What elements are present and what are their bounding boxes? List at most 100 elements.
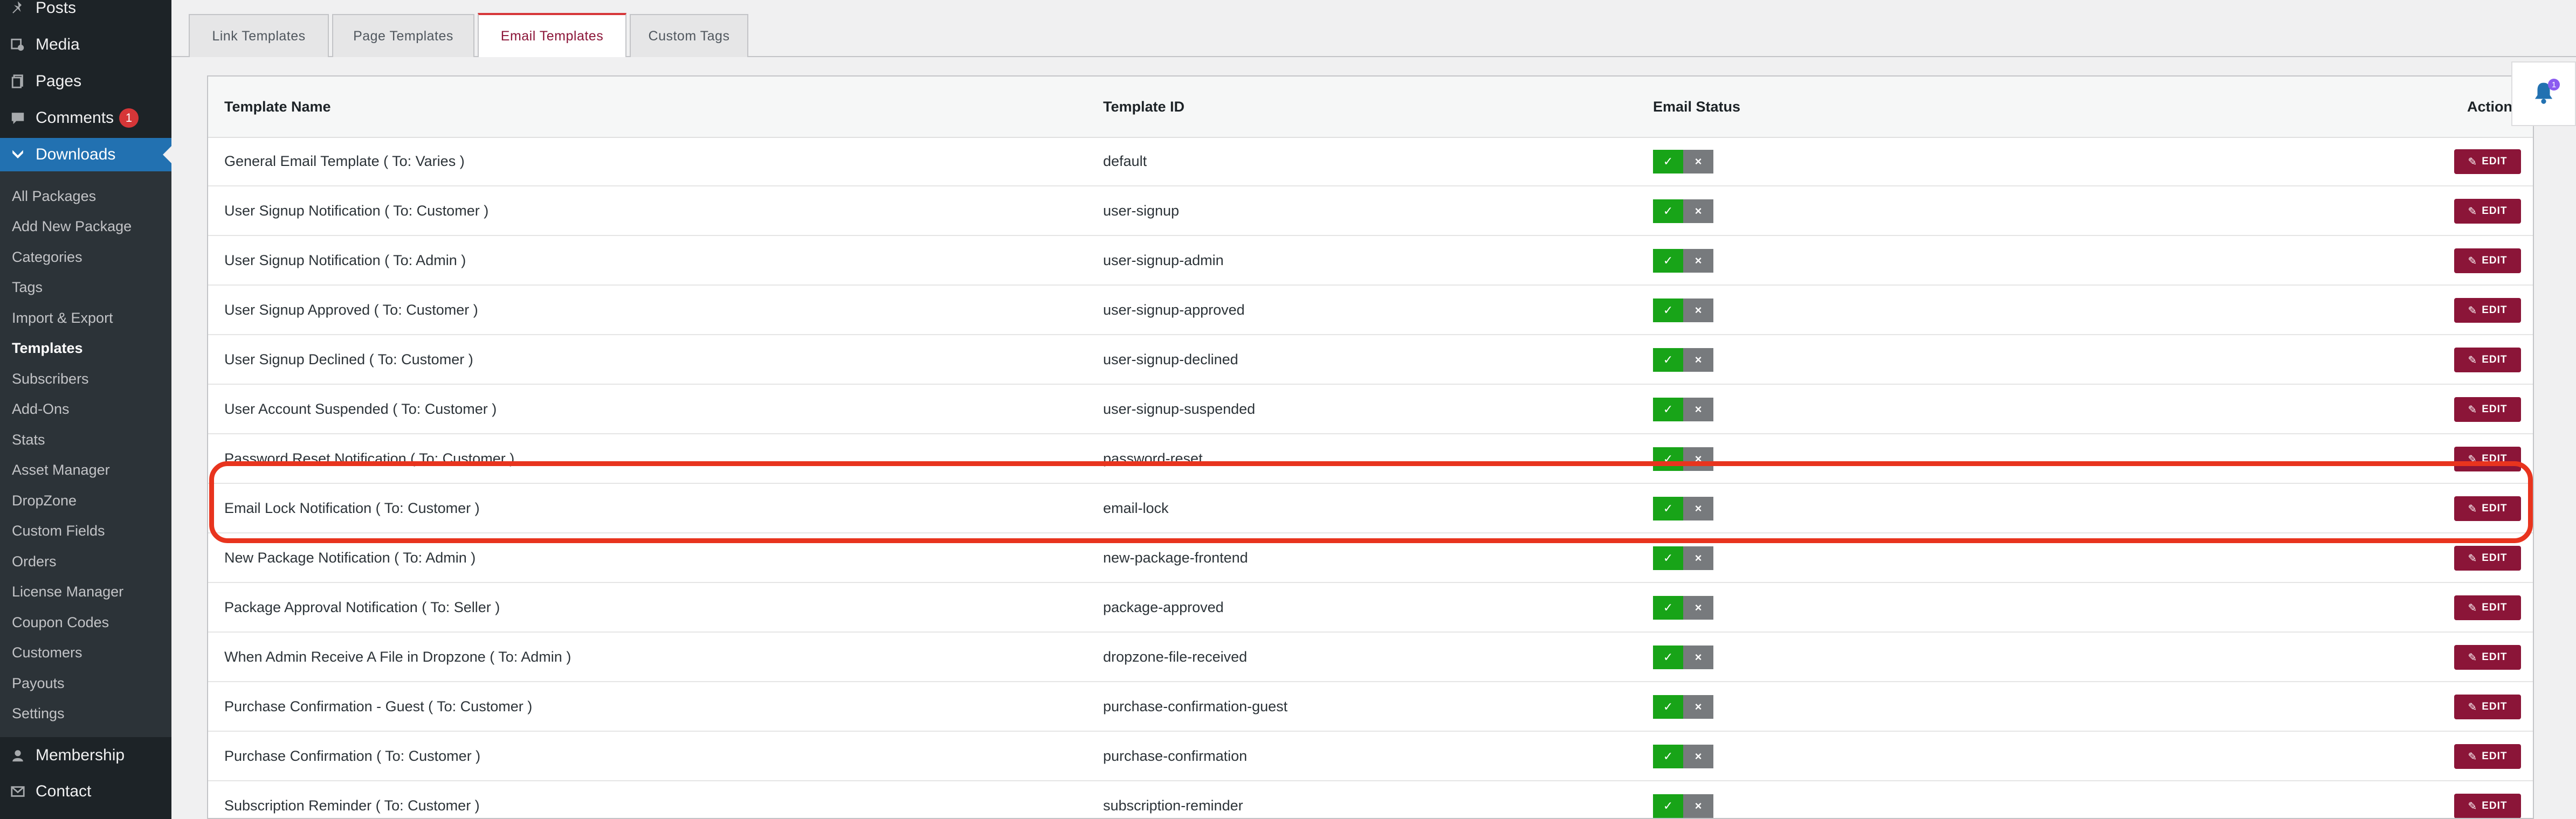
menu-item-downloads[interactable]: Downloads	[0, 138, 171, 171]
enable-status-button[interactable]: ✓	[1653, 199, 1683, 223]
table-row: General Email Template ( To: Varies ) def…	[208, 137, 2533, 186]
membership-icon	[9, 746, 27, 765]
edit-button[interactable]: ✎ EDIT	[2454, 298, 2521, 323]
submenu-import-export[interactable]: Import & Export	[12, 307, 113, 329]
edit-button[interactable]: ✎ EDIT	[2454, 496, 2521, 521]
menu-item-membership[interactable]: Membership	[0, 739, 171, 772]
submenu-templates[interactable]: Templates	[12, 337, 83, 359]
edit-button[interactable]: ✎ EDIT	[2454, 447, 2521, 471]
table-row: Purchase Confirmation ( To: Customer ) pu…	[208, 732, 2533, 781]
enable-status-button[interactable]: ✓	[1653, 398, 1683, 421]
edit-label: EDIT	[2482, 602, 2508, 613]
tab-email-templates[interactable]: Email Templates	[478, 13, 626, 57]
enable-status-button[interactable]: ✓	[1653, 150, 1683, 173]
template-name-cell: General Email Template ( To: Varies )	[224, 152, 465, 169]
edit-label: EDIT	[2482, 800, 2508, 811]
email-status-toggle: ✓ ×	[1653, 199, 1713, 223]
comment-icon	[9, 109, 27, 127]
edit-button[interactable]: ✎ EDIT	[2454, 546, 2521, 571]
submenu-asset-manager[interactable]: Asset Manager	[12, 459, 110, 481]
submenu-subscribers[interactable]: Subscribers	[12, 368, 89, 390]
submenu-dropzone[interactable]: DropZone	[12, 490, 77, 511]
edit-button[interactable]: ✎ EDIT	[2454, 248, 2521, 273]
email-status-toggle: ✓ ×	[1653, 596, 1713, 620]
submenu-custom-fields[interactable]: Custom Fields	[12, 520, 105, 542]
menu-item-media[interactable]: Media	[0, 28, 171, 61]
submenu-coupon-codes[interactable]: Coupon Codes	[12, 612, 109, 633]
disable-status-button[interactable]: ×	[1683, 398, 1713, 421]
edit-button[interactable]: ✎ EDIT	[2454, 199, 2521, 224]
menu-item-contact[interactable]: Contact	[0, 775, 171, 808]
disable-status-button[interactable]: ×	[1683, 794, 1713, 818]
submenu-categories[interactable]: Categories	[12, 246, 82, 268]
submenu-settings[interactable]: Settings	[12, 703, 65, 724]
template-name-cell: User Signup Notification ( To: Customer …	[224, 202, 489, 219]
enable-status-button[interactable]: ✓	[1653, 745, 1683, 768]
submenu-stats[interactable]: Stats	[12, 429, 45, 450]
menu-item-posts[interactable]: Posts	[0, 0, 171, 25]
enable-status-button[interactable]: ✓	[1653, 299, 1683, 322]
disable-status-button[interactable]: ×	[1683, 745, 1713, 768]
disable-status-button[interactable]: ×	[1683, 695, 1713, 719]
header-action: Action	[2467, 98, 2512, 115]
enable-status-button[interactable]: ✓	[1653, 447, 1683, 471]
tab-link-templates[interactable]: Link Templates	[189, 14, 329, 57]
edit-button[interactable]: ✎ EDIT	[2454, 149, 2521, 174]
edit-button[interactable]: ✎ EDIT	[2454, 595, 2521, 620]
pencil-icon: ✎	[2468, 354, 2478, 366]
menu-item-comments[interactable]: Comments 1	[0, 101, 171, 135]
menu-item-pages[interactable]: Pages	[0, 65, 171, 98]
edit-button[interactable]: ✎ EDIT	[2454, 397, 2521, 422]
edit-button[interactable]: ✎ EDIT	[2454, 744, 2521, 769]
disable-status-button[interactable]: ×	[1683, 546, 1713, 570]
email-status-toggle: ✓ ×	[1653, 150, 1713, 173]
email-status-toggle: ✓ ×	[1653, 546, 1713, 570]
template-id-cell: user-signup-declined	[1103, 351, 1238, 367]
disable-status-button[interactable]: ×	[1683, 249, 1713, 273]
template-name-cell: Subscription Reminder ( To: Customer )	[224, 797, 480, 814]
edit-button[interactable]: ✎ EDIT	[2454, 348, 2521, 372]
template-id-cell: user-signup-admin	[1103, 252, 1224, 268]
menu-label: Membership	[36, 746, 125, 764]
submenu-add-new-package[interactable]: Add New Package	[12, 216, 132, 237]
media-icon	[9, 36, 27, 54]
template-name-cell: Package Approval Notification ( To: Sell…	[224, 599, 500, 615]
table-header: Template Name Template ID Email Status A…	[208, 77, 2533, 138]
email-status-toggle: ✓ ×	[1653, 745, 1713, 768]
enable-status-button[interactable]: ✓	[1653, 348, 1683, 372]
enable-status-button[interactable]: ✓	[1653, 497, 1683, 520]
disable-status-button[interactable]: ×	[1683, 199, 1713, 223]
submenu-orders[interactable]: Orders	[12, 551, 57, 572]
submenu-license-manager[interactable]: License Manager	[12, 581, 123, 602]
edit-label: EDIT	[2482, 701, 2508, 712]
disable-status-button[interactable]: ×	[1683, 150, 1713, 173]
disable-status-button[interactable]: ×	[1683, 596, 1713, 620]
table-row: Email Lock Notification ( To: Customer )…	[208, 484, 2533, 533]
enable-status-button[interactable]: ✓	[1653, 646, 1683, 669]
enable-status-button[interactable]: ✓	[1653, 695, 1683, 719]
edit-button[interactable]: ✎ EDIT	[2454, 645, 2521, 670]
enable-status-button[interactable]: ✓	[1653, 546, 1683, 570]
submenu-tags[interactable]: Tags	[12, 276, 43, 298]
disable-status-button[interactable]: ×	[1683, 646, 1713, 669]
enable-status-button[interactable]: ✓	[1653, 249, 1683, 273]
enable-status-button[interactable]: ✓	[1653, 596, 1683, 620]
template-id-cell: package-approved	[1103, 599, 1224, 615]
submenu-all-packages[interactable]: All Packages	[12, 185, 96, 207]
tab-custom-tags[interactable]: Custom Tags	[630, 14, 748, 57]
disable-status-button[interactable]: ×	[1683, 447, 1713, 471]
email-status-toggle: ✓ ×	[1653, 794, 1713, 818]
template-name-cell: User Signup Notification ( To: Admin )	[224, 252, 466, 268]
disable-status-button[interactable]: ×	[1683, 497, 1713, 520]
edit-button[interactable]: ✎ EDIT	[2454, 794, 2521, 818]
disable-status-button[interactable]: ×	[1683, 299, 1713, 322]
disable-status-button[interactable]: ×	[1683, 348, 1713, 372]
submenu-customers[interactable]: Customers	[12, 642, 82, 663]
enable-status-button[interactable]: ✓	[1653, 794, 1683, 818]
submenu-payouts[interactable]: Payouts	[12, 672, 65, 694]
email-status-toggle: ✓ ×	[1653, 348, 1713, 372]
notification-button[interactable]: 1	[2511, 61, 2576, 126]
tab-page-templates[interactable]: Page Templates	[332, 14, 474, 57]
edit-button[interactable]: ✎ EDIT	[2454, 695, 2521, 719]
submenu-add-ons[interactable]: Add-Ons	[12, 398, 70, 420]
